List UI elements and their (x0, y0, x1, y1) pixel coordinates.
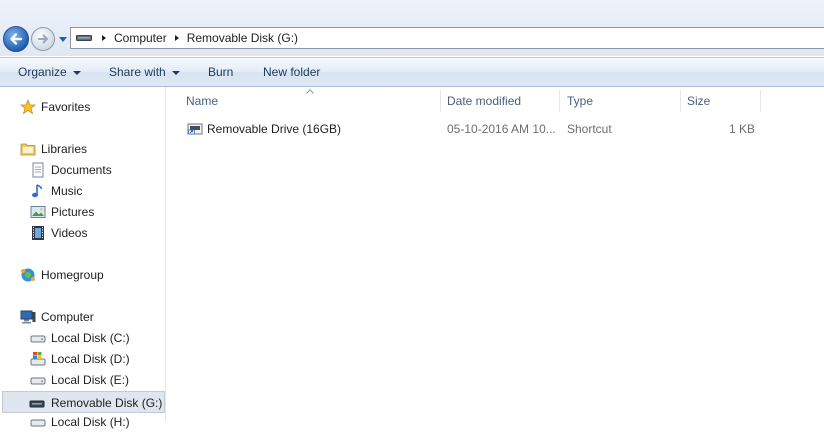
file-size: 1 KB (729, 122, 756, 136)
column-divider[interactable] (680, 90, 681, 112)
breadcrumb-removable-disk[interactable]: Removable Disk (G:) (187, 28, 298, 48)
breadcrumb-separator-icon[interactable] (100, 34, 108, 42)
new-folder-label: New folder (263, 65, 321, 79)
share-with-button[interactable]: Share with (109, 58, 180, 86)
removable-disk-icon (29, 400, 45, 408)
command-bar: Organize Share with Burn New folder (0, 57, 824, 87)
shortcut-drive-icon (187, 123, 203, 135)
computer-icon (20, 310, 36, 324)
nav-label: Computer (41, 310, 94, 324)
chevron-down-icon (72, 70, 81, 75)
recent-pages-dropdown-icon[interactable] (58, 34, 68, 44)
forward-arrow-icon (38, 34, 48, 44)
pictures-icon (30, 206, 46, 218)
forward-button[interactable] (31, 27, 55, 51)
file-type: Shortcut (567, 122, 612, 136)
file-name[interactable]: Removable Drive (16GB) (207, 119, 341, 139)
system-disk-icon (30, 352, 46, 366)
column-header-size[interactable]: Size (687, 90, 710, 112)
nav-label: Favorites (41, 100, 91, 114)
burn-button[interactable]: Burn (208, 58, 233, 86)
nav-label: Local Disk (E:) (51, 373, 130, 387)
column-divider[interactable] (559, 90, 560, 112)
nav-label: Documents (51, 163, 112, 177)
hard-disk-icon (30, 377, 46, 385)
table-row[interactable]: Removable Drive (16GB) 05-10-2016 AM 10.… (185, 119, 785, 139)
column-header-date-modified[interactable]: Date modified (447, 90, 521, 112)
hard-disk-icon (30, 419, 46, 427)
file-date-modified: 05-10-2016 AM 10... (447, 122, 556, 136)
address-box[interactable]: Computer Removable Disk (G:) (70, 27, 824, 49)
nav-label: Homegroup (41, 268, 104, 282)
music-note-icon (32, 184, 43, 198)
drive-icon (76, 35, 92, 41)
nav-label: Videos (51, 226, 88, 240)
nav-label: Music (51, 184, 83, 198)
nav-label: Removable Disk (G:) (51, 396, 163, 410)
documents-icon (32, 162, 44, 178)
nav-item-removable-disk-g[interactable]: Removable Disk (G:) (2, 391, 165, 413)
breadcrumb-separator-icon[interactable] (173, 34, 181, 42)
sort-ascending-icon (306, 89, 314, 94)
nav-label: Libraries (41, 142, 88, 156)
new-folder-button[interactable]: New folder (263, 58, 320, 86)
navigation-pane: Favorites Libraries Documents Music Pict… (0, 87, 166, 429)
nav-label: Local Disk (C:) (51, 331, 130, 345)
nav-label: Local Disk (H:) (51, 415, 130, 429)
chevron-down-icon (171, 70, 180, 75)
organize-label: Organize (18, 65, 67, 79)
column-divider[interactable] (440, 90, 441, 112)
address-bar-area: Computer Removable Disk (G:) (0, 0, 824, 56)
nav-label: Pictures (51, 205, 95, 219)
column-divider[interactable] (760, 90, 761, 112)
videos-film-icon (32, 226, 44, 240)
libraries-folder-icon (20, 143, 36, 156)
burn-label: Burn (208, 65, 234, 79)
file-list: Name Date modified Type Size Removable D… (167, 87, 824, 420)
star-icon (20, 99, 36, 115)
hard-disk-icon (30, 335, 46, 343)
homegroup-icon (21, 268, 35, 282)
back-button[interactable] (3, 26, 29, 52)
organize-button[interactable]: Organize (18, 58, 81, 86)
share-with-label: Share with (109, 65, 166, 79)
column-header-name[interactable]: Name (186, 90, 218, 112)
breadcrumb-computer[interactable]: Computer (114, 28, 167, 48)
nav-label: Local Disk (D:) (51, 352, 130, 366)
back-arrow-icon (10, 33, 23, 45)
column-header-type[interactable]: Type (567, 90, 593, 112)
